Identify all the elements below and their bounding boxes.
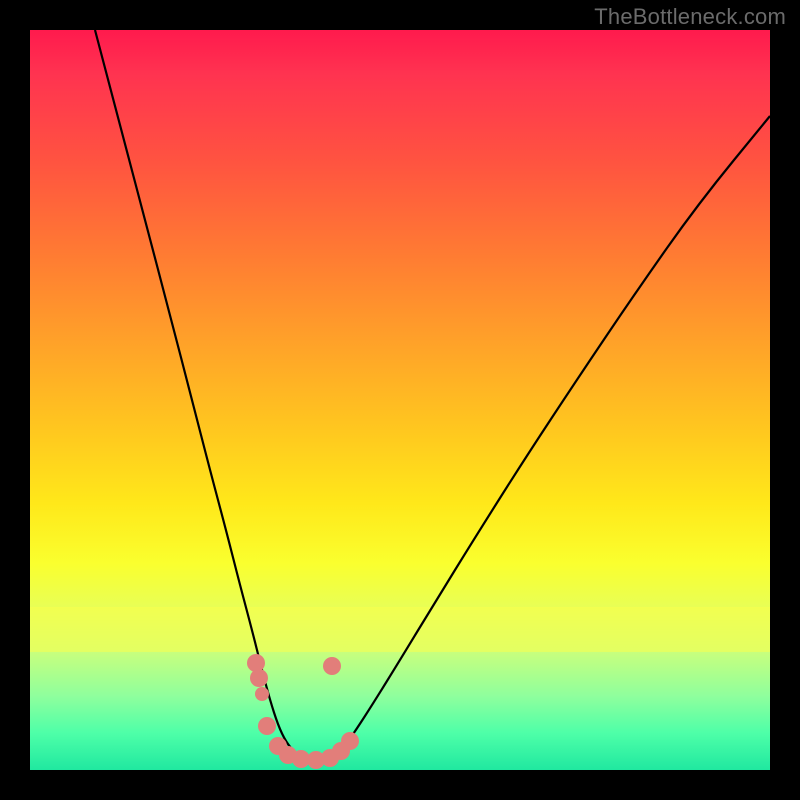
data-marker	[323, 657, 341, 675]
data-marker	[341, 732, 359, 750]
data-marker	[258, 717, 276, 735]
left-curve	[95, 30, 308, 760]
right-curve	[330, 116, 770, 760]
chart-svg	[30, 30, 770, 770]
attribution-label: TheBottleneck.com	[594, 4, 786, 30]
data-marker	[247, 654, 265, 672]
chart-frame: TheBottleneck.com	[0, 0, 800, 800]
plot-area	[30, 30, 770, 770]
markers-group	[247, 654, 359, 769]
data-marker	[255, 687, 269, 701]
data-marker	[250, 669, 268, 687]
